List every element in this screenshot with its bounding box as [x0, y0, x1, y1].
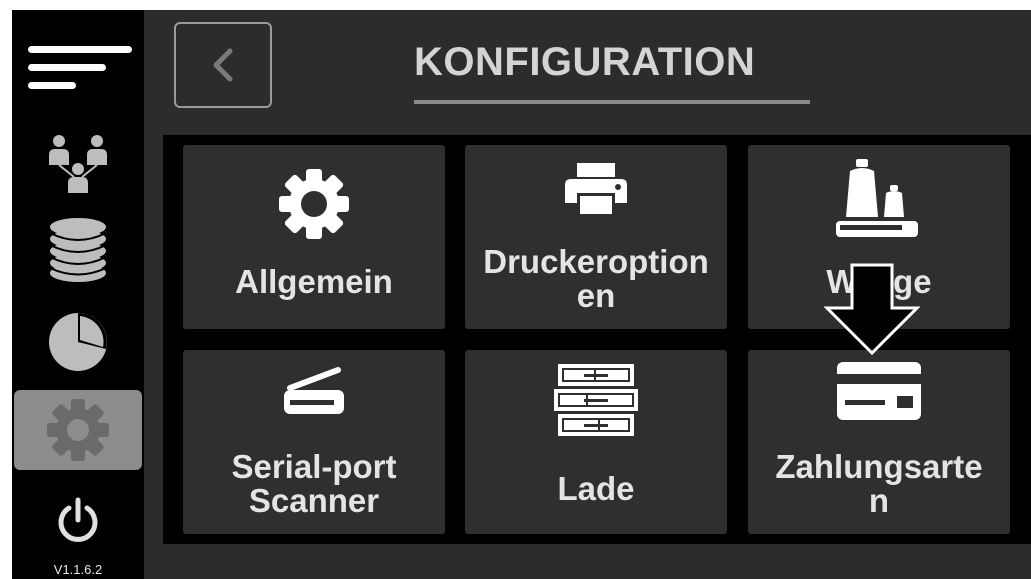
scanner-icon: [284, 367, 344, 414]
tile-waage[interactable]: Waage: [748, 145, 1010, 329]
tile-serial-port-scanner[interactable]: Serial-port Scanner: [183, 350, 445, 534]
pie-chart-icon: [49, 313, 107, 371]
sidebar-item-users[interactable]: [40, 128, 116, 198]
version-label: V1.1.6.2: [53, 562, 103, 577]
sidebar-item-statistics[interactable]: [40, 302, 116, 382]
app-screen: V1.1.6.2 KONFIGURATION Allgemein Drucker…: [12, 10, 1031, 579]
printer-icon: [565, 163, 627, 217]
tile-waage-label: Waage: [826, 263, 932, 300]
tile-allgemein[interactable]: Allgemein: [183, 145, 445, 329]
gear-icon: [279, 169, 349, 239]
menu-button[interactable]: [26, 38, 136, 98]
credit-card-icon: [837, 362, 921, 420]
tile-druckeroptionen[interactable]: Druckeroption en: [465, 145, 727, 329]
tile-zahlungsarten[interactable]: Zahlungsarte n: [748, 350, 1010, 534]
configuration-grid: Allgemein Druckeroption en Waage Serial-…: [163, 135, 1031, 544]
power-button[interactable]: [40, 490, 116, 550]
tile-druckeroptionen-label: Druckeroption en: [483, 243, 709, 314]
power-icon: [58, 497, 98, 542]
tile-lade[interactable]: Lade: [465, 350, 727, 534]
chevron-left-icon: [213, 48, 233, 82]
back-button[interactable]: [174, 22, 272, 108]
tile-lade-label: Lade: [557, 470, 635, 507]
page-title: KONFIGURATION: [414, 40, 756, 84]
sidebar-item-database[interactable]: [40, 210, 116, 290]
scale-weights-icon: [836, 159, 918, 237]
tile-allgemein-label: Allgemein: [235, 263, 393, 300]
gear-icon: [47, 399, 109, 461]
users-hierarchy-icon: [49, 135, 107, 193]
tile-serial-port-scanner-label: Serial-port Scanner: [231, 448, 397, 519]
sidebar: V1.1.6.2: [12, 10, 144, 579]
database-stack-icon: [49, 218, 107, 282]
title-underline: [414, 100, 810, 104]
tile-zahlungsarten-label: Zahlungsarte n: [775, 448, 983, 519]
sidebar-item-settings[interactable]: [14, 390, 142, 470]
cash-drawer-icon: [554, 364, 638, 436]
hamburger-menu-icon: [28, 46, 132, 89]
